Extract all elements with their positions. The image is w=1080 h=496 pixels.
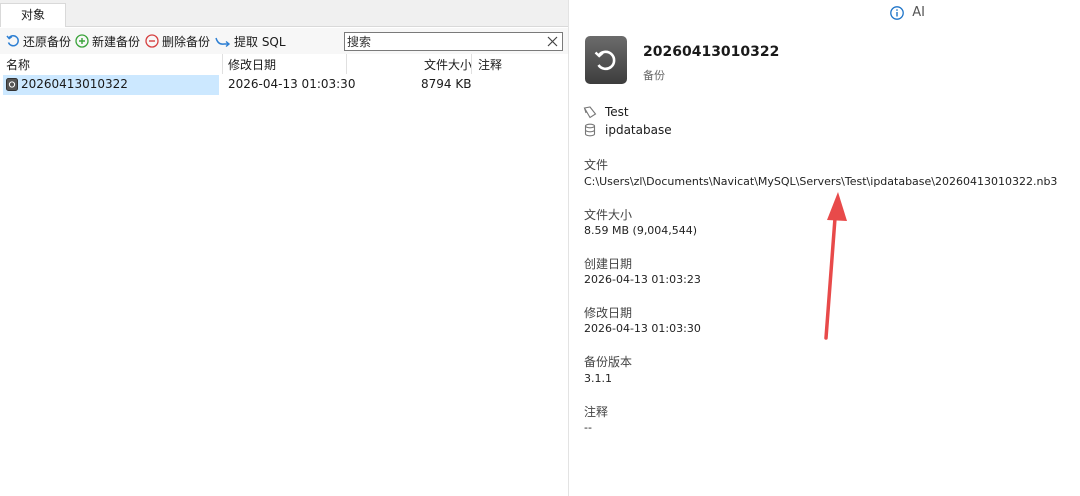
file-size-value: 8.59 MB (9,004,544) — [584, 224, 698, 237]
connection-info: Test — [583, 105, 629, 119]
delete-backup-button[interactable]: 删除备份 — [145, 32, 210, 50]
tab-bar: 对象 — [0, 0, 568, 27]
file-path-value: C:\Users\zl\Documents\Navicat\MySQL\Serv… — [584, 175, 1058, 188]
file-label: 文件 — [584, 158, 609, 172]
connection-name: Test — [605, 105, 629, 119]
column-comment-header[interactable]: 注释 — [478, 56, 502, 73]
new-backup-button[interactable]: 新建备份 — [75, 32, 140, 50]
comment-value: -- — [584, 421, 592, 434]
modified-date-label: 修改日期 — [584, 306, 633, 320]
column-name-header[interactable]: 名称 — [6, 56, 30, 73]
restore-backup-button[interactable]: 还原备份 — [6, 32, 71, 50]
backup-type: 备份 — [643, 69, 665, 82]
extract-sql-label: 提取 SQL — [234, 34, 286, 49]
database-info: ipdatabase — [583, 123, 672, 137]
table-header: 名称 修改日期 文件大小 注释 — [0, 54, 568, 74]
detail-top-icons: AI — [890, 5, 925, 20]
extract-sql-icon — [215, 37, 231, 48]
delete-backup-label: 删除备份 — [162, 34, 211, 49]
detail-pane: AI 20260413010322 备份 Test ipdatabase 文件 … — [569, 0, 1080, 496]
table-row[interactable]: 20260413010322 2026-04-13 01:03:30 8794 … — [0, 75, 568, 95]
search-input[interactable] — [345, 33, 540, 50]
add-icon — [75, 34, 89, 48]
new-backup-label: 新建备份 — [92, 34, 141, 49]
comment-label: 注释 — [584, 405, 609, 419]
column-size-header[interactable]: 文件大小 — [424, 56, 472, 73]
restore-backup-label: 还原备份 — [23, 34, 72, 49]
row-modified-cell: 2026-04-13 01:03:30 — [228, 77, 356, 91]
column-modified-header[interactable]: 修改日期 — [228, 56, 276, 73]
column-separator[interactable] — [346, 54, 347, 74]
column-separator[interactable] — [471, 54, 472, 74]
object-pane: 对象 还原备份 新建备份 删除备份 提取 SQL 搜索 名称 修改日期 文件大小… — [0, 0, 568, 496]
backup-version-value: 3.1.1 — [584, 372, 612, 385]
row-size-cell: 8794 KB — [421, 77, 472, 91]
row-name-cell: 20260413010322 — [21, 77, 128, 91]
info-icon[interactable] — [890, 5, 905, 20]
created-date-value: 2026-04-13 01:03:23 — [584, 273, 701, 286]
backup-large-icon — [585, 36, 627, 84]
search-box[interactable] — [344, 32, 563, 51]
modified-date-value: 2026-04-13 01:03:30 — [584, 322, 701, 335]
restore-icon — [6, 35, 19, 47]
close-icon[interactable] — [546, 35, 559, 48]
extract-sql-button[interactable]: 提取 SQL — [215, 32, 286, 50]
column-separator[interactable] — [222, 54, 223, 74]
created-date-label: 创建日期 — [584, 257, 633, 271]
backup-title: 20260413010322 — [643, 44, 780, 60]
file-size-label: 文件大小 — [584, 208, 633, 222]
remove-icon — [145, 34, 159, 48]
database-icon — [584, 123, 596, 137]
ai-button[interactable]: AI — [912, 5, 925, 20]
tab-objects[interactable]: 对象 — [0, 3, 66, 27]
database-name: ipdatabase — [605, 123, 672, 137]
backup-version-label: 备份版本 — [584, 355, 633, 369]
backup-file-icon — [6, 78, 18, 91]
connection-icon — [583, 106, 597, 119]
